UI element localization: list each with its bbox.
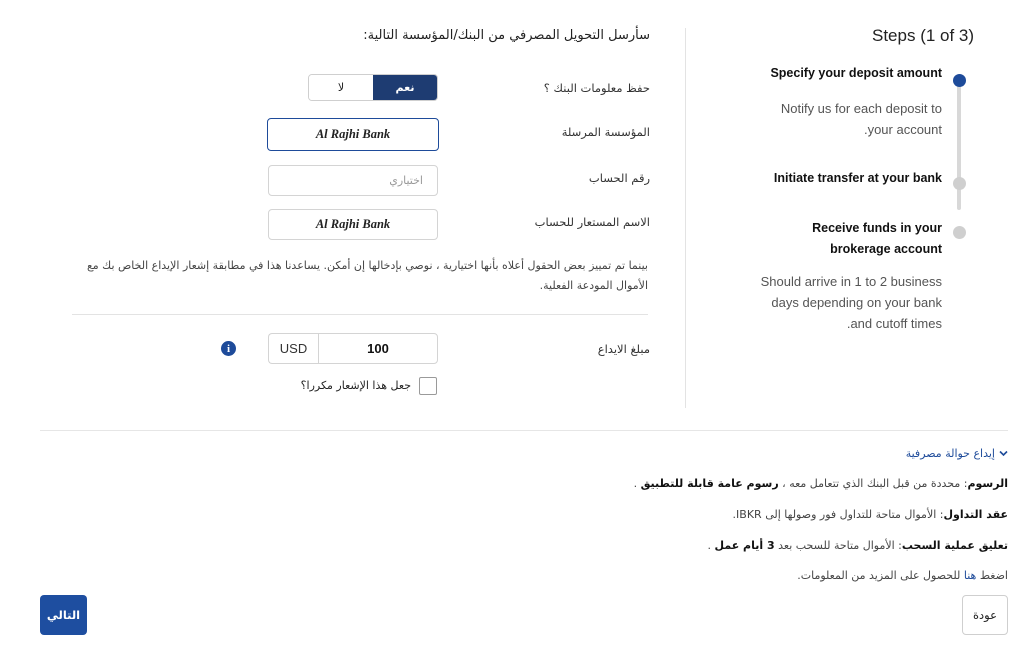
withdraw-title: تعليق عملية السحب	[901, 539, 1008, 552]
deposit-amount-input[interactable]: 100	[318, 333, 438, 364]
deposit-amount-label: مبلغ الايداع	[597, 342, 650, 356]
step-2-label: Initiate transfer at your bank	[773, 171, 942, 185]
step-1-label: Specify your deposit amount	[770, 66, 942, 80]
vertical-divider	[685, 28, 686, 408]
step-1-description-line: Notify us for each deposit to	[780, 101, 942, 116]
form-divider	[72, 314, 648, 315]
toggle-no-option[interactable]: لا	[309, 75, 373, 100]
fees-title: الرسوم	[967, 477, 1008, 490]
step-3-description-line: days depending on your bank	[771, 295, 942, 310]
more-info-line: اضغط هنا للحصول على المزيد من المعلومات.	[797, 569, 1008, 582]
fees-end: .	[633, 477, 641, 490]
account-number-placeholder: اختياري	[389, 174, 423, 187]
step-3-description-line: .and cutoff times	[846, 316, 942, 331]
step-2-indicator	[953, 177, 966, 190]
step-3-label-line: Receive funds in your	[812, 221, 942, 235]
step-3-indicator	[953, 226, 966, 239]
recurring-label[interactable]: جعل هذا الإشعار مكررا؟	[301, 379, 411, 392]
more-info-link[interactable]: هنا	[964, 569, 976, 582]
trade-title: عقد التداول	[943, 508, 1008, 521]
step-3-label-line: brokerage account	[830, 242, 942, 256]
institution-value: Al Rajhi Bank	[315, 127, 391, 141]
account-alias-value: Al Rajhi Bank	[315, 217, 391, 231]
fees-text: : محددة من قبل البنك الذي تتعامل معه ،	[778, 477, 968, 490]
note-line: بينما تم تمييز بعض الحقول أعلاه بأنها اخ…	[86, 259, 648, 272]
trade-line: عقد التداول: الأموال متاحة للتداول فور و…	[733, 508, 1008, 521]
chevron-down-icon	[999, 450, 1008, 457]
more-info-post: للحصول على المزيد من المعلومات.	[797, 569, 964, 582]
wire-deposit-link-label: إيداع حوالة مصرفية	[905, 447, 995, 460]
institution-label: المؤسسة المرسلة	[561, 125, 650, 139]
form-heading: سأرسل التحويل المصرفي من البنك/المؤسسة ا…	[363, 28, 650, 43]
withdraw-text: : الأموال متاحة للسحب بعد	[774, 539, 902, 552]
section-divider	[40, 430, 1008, 431]
step-3-description: Should arrive in 1 to 2 business days de…	[761, 271, 942, 334]
institution-field[interactable]: Al Rajhi Bank	[267, 118, 439, 151]
withdraw-line: تعليق عملية السحب: الأموال متاحة للسحب ب…	[708, 539, 1009, 552]
withdraw-end: .	[707, 539, 715, 552]
info-icon[interactable]: i	[221, 341, 236, 356]
deposit-amount-group: USD 100	[268, 333, 438, 364]
step-1-indicator	[953, 74, 966, 87]
next-button[interactable]: التالي	[40, 595, 87, 635]
wire-deposit-link[interactable]: إيداع حوالة مصرفية	[906, 447, 1008, 460]
account-alias-label: الاسم المستعار للحساب	[534, 215, 650, 229]
save-bank-toggle[interactable]: لا نعم	[308, 74, 438, 101]
account-number-field[interactable]: اختياري	[268, 165, 438, 196]
steps-title: Steps (1 of 3)	[872, 26, 975, 45]
note-line: الأموال المودعة الفعلية.	[539, 279, 648, 292]
withdraw-emphasis: 3 أيام عمل	[714, 539, 775, 552]
step-1-description-line: .your account	[863, 122, 942, 137]
fees-emphasis: رسوم عامة قابلة للتطبيق	[640, 477, 779, 490]
step-1-description: Notify us for each deposit to .your acco…	[781, 98, 942, 140]
recurring-checkbox[interactable]	[419, 377, 437, 395]
steps-progress-track	[957, 80, 961, 210]
save-bank-label: حفظ معلومات البنك ؟	[543, 81, 650, 95]
currency-select[interactable]: USD	[268, 333, 318, 364]
account-alias-field[interactable]: Al Rajhi Bank	[268, 209, 438, 240]
more-info-pre: اضغط	[976, 569, 1008, 582]
optional-fields-note: بينما تم تمييز بعض الحقول أعلاه بأنها اخ…	[72, 256, 648, 296]
fees-line: الرسوم: محددة من قبل البنك الذي تتعامل م…	[634, 477, 1008, 490]
step-3-label: Receive funds in your brokerage account	[812, 218, 942, 260]
trade-text: : الأموال متاحة للتداول فور وصولها إلى I…	[732, 508, 944, 521]
step-3-description-line: Should arrive in 1 to 2 business	[760, 274, 942, 289]
account-number-label: رقم الحساب	[588, 171, 650, 185]
back-button[interactable]: عودة	[962, 595, 1008, 635]
toggle-yes-option[interactable]: نعم	[373, 75, 437, 100]
